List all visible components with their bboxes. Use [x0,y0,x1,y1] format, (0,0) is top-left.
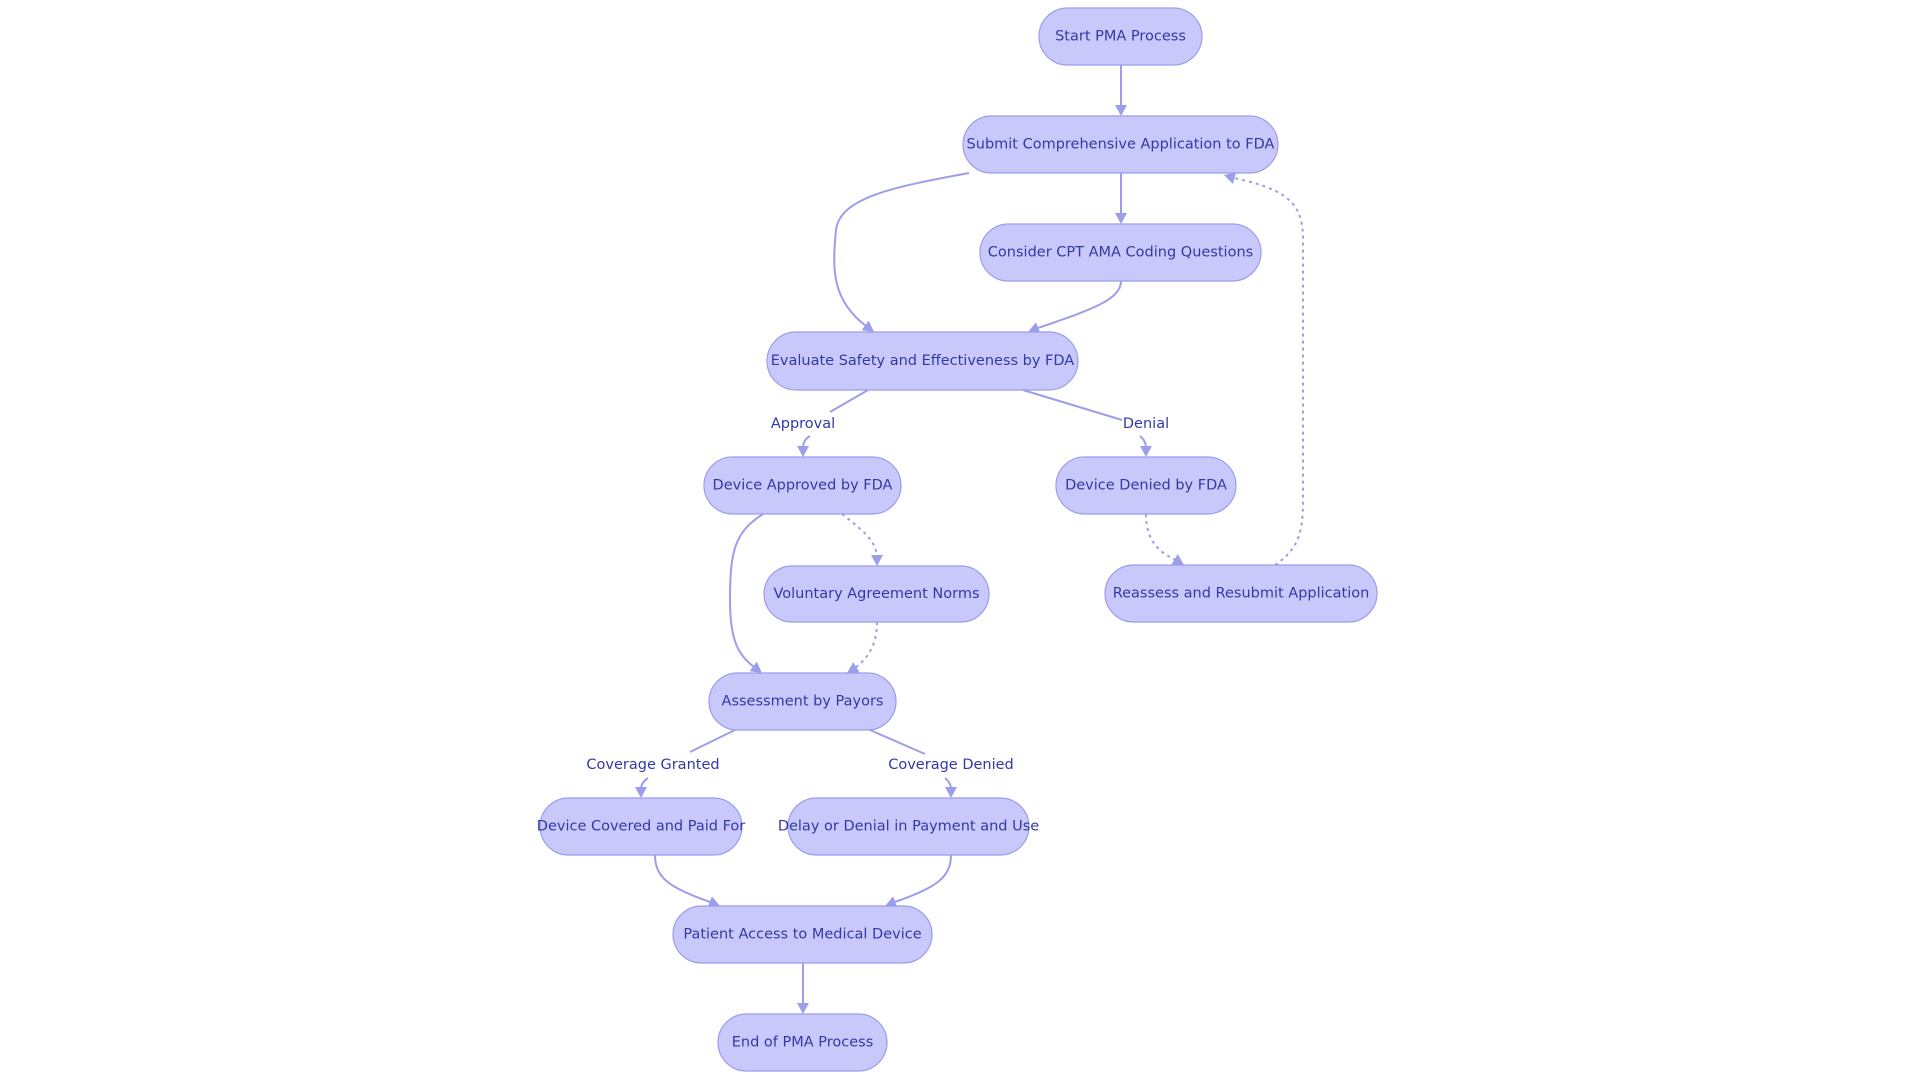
node-start[interactable]: Start PMA Process [1038,7,1203,66]
node-label: Consider CPT AMA Coding Questions [988,245,1253,261]
node-patient[interactable]: Patient Access to Medical Device [672,905,933,964]
arrowhead-icon [861,320,874,332]
node-reassess[interactable]: Reassess and Resubmit Application [1104,564,1378,623]
node-label: Device Approved by FDA [713,478,893,494]
edge-label-text: Denial [1123,416,1169,432]
node-label: Delay or Denial in Payment and Use [778,819,1039,835]
nodes-layer: Start PMA Process Submit Comprehensive Ap… [537,7,1378,1072]
edge-label-text: Coverage Granted [586,757,719,773]
node-label: Evaluate Safety and Effectiveness by FDA [771,353,1075,369]
arrowhead-icon [797,1003,809,1014]
arrowhead-icon [1115,105,1127,116]
arrowhead-icon [1115,213,1127,224]
edge-line [728,513,764,668]
edge-label-text: Approval [771,416,835,432]
node-delay[interactable]: Delay or Denial in Payment and Use [778,797,1039,856]
edge-denied-to-reassess [1145,513,1184,565]
arrowhead-icon [1224,172,1237,184]
node-label: Voluntary Agreement Norms [773,586,979,602]
edge-line [833,172,970,327]
node-label: Patient Access to Medical Device [683,927,921,943]
node-label: Submit Comprehensive Application to FDA [967,137,1275,153]
edge-voluntary-to-assessment [847,621,878,673]
node-denied[interactable]: Device Denied by FDA [1055,456,1237,515]
node-voluntary[interactable]: Voluntary Agreement Norms [763,565,990,623]
edge-patient-to-end [797,963,809,1014]
node-end[interactable]: End of PMA Process [717,1013,888,1072]
node-assessment[interactable]: Assessment by Payors [708,672,897,731]
flowchart-canvas: Approval Denial Coverage Granted Coverage D… [537,7,1378,1072]
node-covered[interactable]: Device Covered and Paid For [537,797,745,856]
arrowhead-icon [847,662,860,673]
edge-label-evaluate-to-approved: Approval [771,416,835,432]
node-label: Start PMA Process [1055,29,1186,45]
arrowhead-icon [871,555,883,566]
edge-start-to-submit [1115,65,1127,116]
arrowhead-icon [945,787,957,798]
edge-approved-to-assessment [728,513,764,673]
edge-line [854,621,878,669]
arrowhead-icon [1140,446,1152,457]
edge-submit-to-evaluate [833,172,970,332]
arrowhead-icon [749,661,762,673]
node-label: Device Denied by FDA [1065,478,1227,494]
edge-line [1037,280,1122,329]
edge-line [1145,513,1177,561]
node-submit[interactable]: Submit Comprehensive Application to FDA [962,115,1279,174]
edge-consider-to-evaluate [1028,280,1122,334]
edge-label-assessment-to-delay: Coverage Denied [888,757,1014,773]
node-evaluate[interactable]: Evaluate Safety and Effectiveness by FDA [766,331,1079,391]
edge-submit-to-consider [1115,173,1127,224]
edge-label-evaluate-to-denied: Denial [1123,416,1169,432]
node-approved[interactable]: Device Approved by FDA [703,456,902,515]
edge-approved-to-voluntary [841,513,883,566]
node-label: Reassess and Resubmit Application [1113,586,1370,602]
arrowhead-icon [797,446,809,457]
arrowhead-icon [635,787,647,798]
edge-label-text: Coverage Denied [888,757,1014,773]
edge-covered-to-patient [654,854,720,908]
node-consider[interactable]: Consider CPT AMA Coding Questions [979,223,1262,282]
edges-layer [635,65,1304,1014]
edge-label-assessment-to-covered: Coverage Granted [586,757,719,773]
node-label: End of PMA Process [732,1035,874,1051]
edge-line [654,854,711,903]
edge-line [894,854,952,903]
edge-delay-to-patient [885,854,952,908]
node-label: Assessment by Payors [722,694,884,710]
node-label: Device Covered and Paid For [537,819,745,835]
edge-line [841,513,878,558]
